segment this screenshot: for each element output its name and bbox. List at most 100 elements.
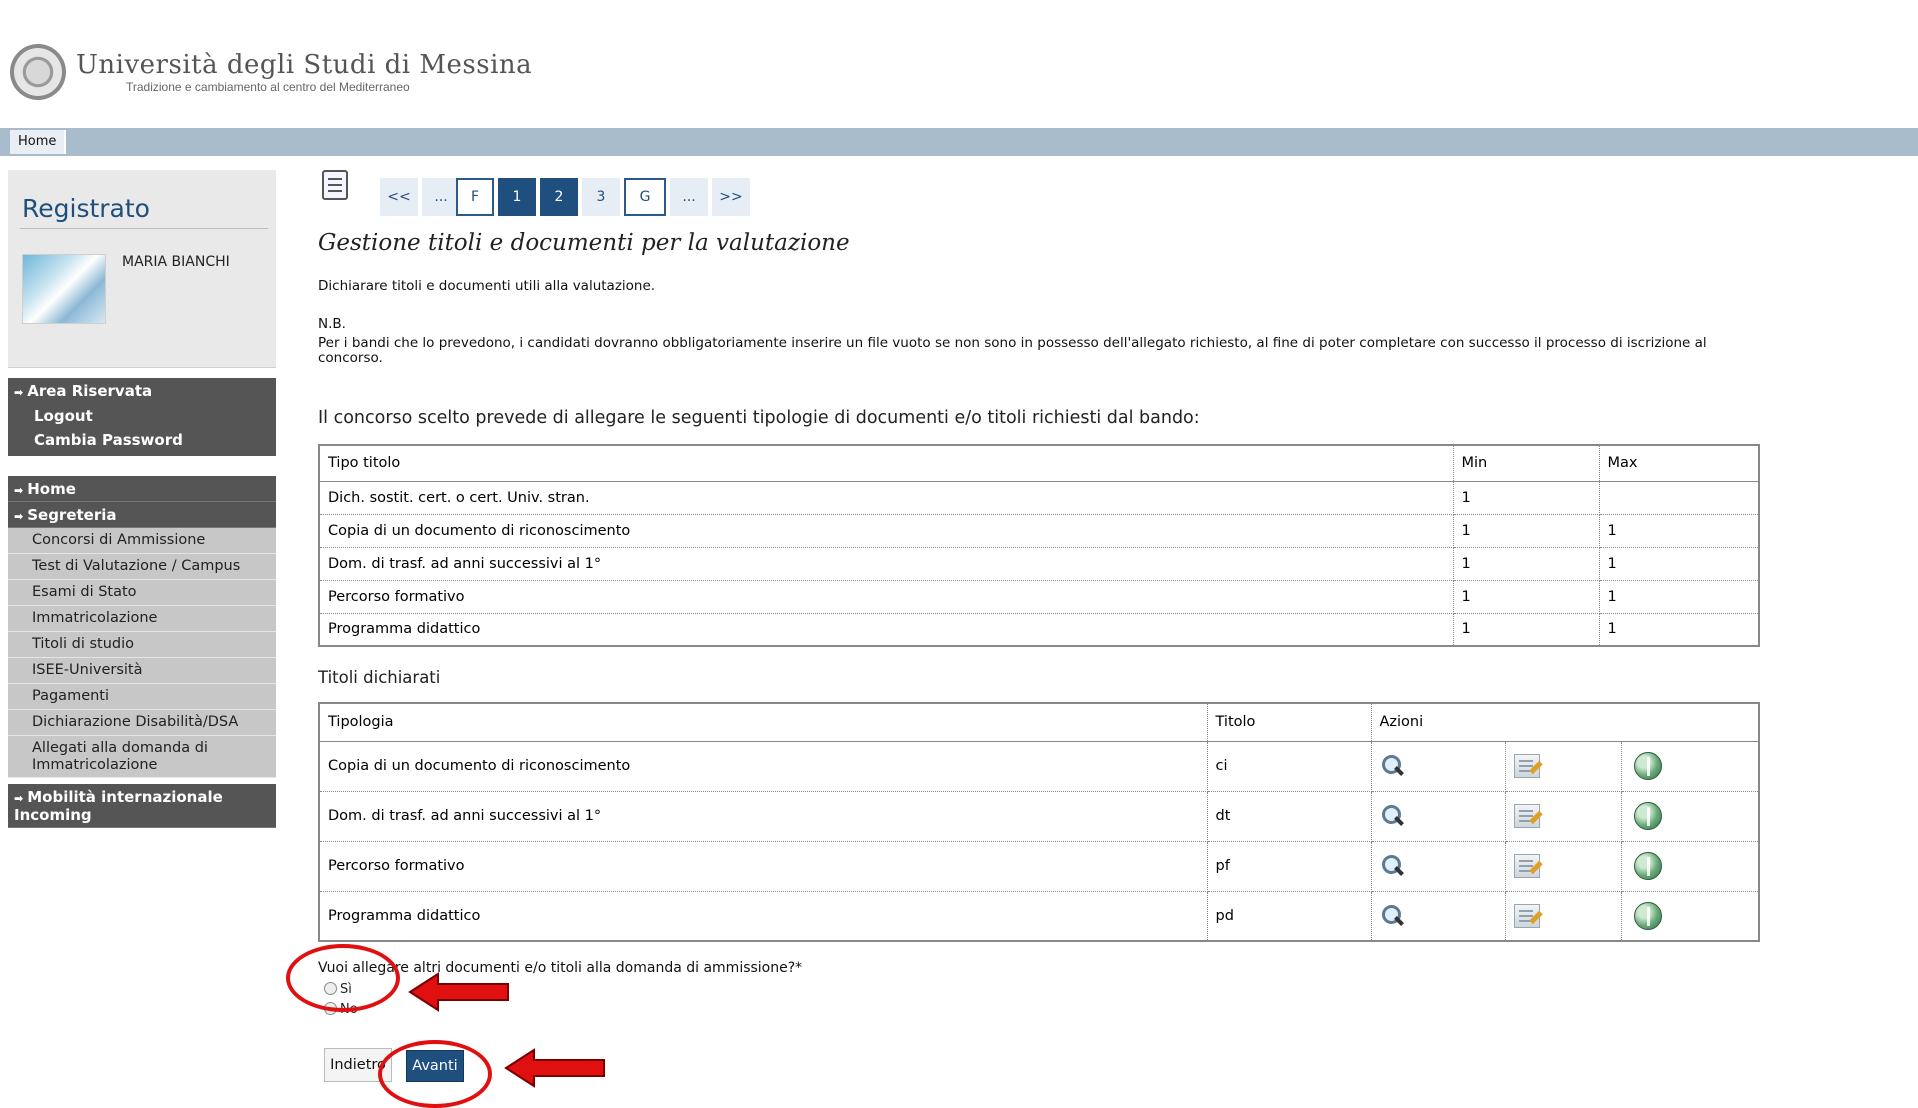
menu-isee-universita[interactable]: ISEE-Università: [8, 658, 276, 684]
menu-pagamenti[interactable]: Pagamenti: [8, 684, 276, 710]
user-name: MARIA BIANCHI: [122, 254, 230, 270]
delete-icon[interactable]: [1633, 752, 1662, 780]
table-cell: 1: [1598, 612, 1760, 647]
edit-icon[interactable]: [1513, 854, 1540, 878]
topbar-home-link[interactable]: Home: [10, 130, 67, 154]
step-f[interactable]: F: [456, 178, 494, 216]
table-row: Dom. di trasf. ad anni successivi al 1° …: [318, 546, 1760, 581]
table-cell: 1: [1598, 546, 1760, 581]
table-row: Percorso formativo 1 1: [318, 579, 1760, 614]
menu-dichiarazione-disabilita[interactable]: Dichiarazione Disabilità/DSA: [8, 710, 276, 736]
menu-mobilita-label: Mobilità internazionale Incoming: [14, 788, 223, 824]
step-3[interactable]: 3: [582, 178, 620, 216]
step-ellipsis-right: ...: [670, 178, 708, 216]
user-box: Registrato MARIA BIANCHI: [8, 170, 276, 368]
menu-allegati-domanda[interactable]: Allegati alla domanda di Immatricolazion…: [8, 736, 276, 778]
action-cell: [1620, 890, 1760, 942]
menu-home[interactable]: ➡ Home: [8, 476, 276, 502]
university-seal-logo[interactable]: [10, 44, 66, 100]
table-cell: Copia di un documento di riconoscimento: [318, 740, 1208, 792]
arrow-right-icon: ➡: [14, 510, 24, 523]
clipboard-icon: [322, 170, 348, 200]
table-cell: 1: [1452, 612, 1600, 647]
magnifier-icon[interactable]: [1380, 754, 1404, 778]
step-1[interactable]: 1: [498, 178, 536, 216]
table-cell: 1: [1452, 513, 1600, 548]
requirements-table: Tipo titolo Min Max Dich. sostit. cert. …: [318, 444, 1760, 647]
table-cell: pd: [1206, 890, 1372, 942]
action-cell: [1620, 740, 1760, 792]
step-g[interactable]: G: [624, 178, 666, 216]
step-first[interactable]: <<: [380, 178, 418, 216]
action-cell: [1370, 890, 1506, 942]
section-heading: Il concorso scelto prevede di allegare l…: [318, 408, 1200, 428]
menu-titoli-di-studio[interactable]: Titoli di studio: [8, 632, 276, 658]
table-cell: Percorso formativo: [318, 840, 1208, 892]
menu-immatricolazione[interactable]: Immatricolazione: [8, 606, 276, 632]
column-header: Max: [1598, 444, 1760, 482]
step-2-current[interactable]: 2: [540, 178, 578, 216]
table-cell: Copia di un documento di riconoscimento: [318, 513, 1454, 548]
menu-area-riservata[interactable]: ➡ Area Riservata: [8, 378, 276, 404]
menu-concorsi-ammissione[interactable]: Concorsi di Ammissione: [8, 528, 276, 554]
table-cell: [1598, 480, 1760, 515]
university-name[interactable]: Università degli Studi di Messina: [76, 50, 532, 80]
nb-text: Per i bandi che lo prevedono, i candidat…: [318, 335, 1707, 366]
menu-test-valutazione[interactable]: Test di Valutazione / Campus: [8, 554, 276, 580]
action-cell: [1504, 890, 1622, 942]
table-row: Programma didattico 1 1: [318, 612, 1760, 647]
action-cell: [1504, 740, 1622, 792]
declared-titles-table: Tipologia Titolo Azioni Copia di un docu…: [318, 702, 1760, 942]
menu-mobilita-internazionale[interactable]: ➡ Mobilità internazionale Incoming: [8, 784, 276, 828]
edit-icon[interactable]: [1513, 903, 1540, 928]
table-row: Programma didattico pd: [318, 890, 1760, 942]
table-cell: 1: [1598, 579, 1760, 614]
action-cell: [1370, 790, 1506, 842]
delete-icon[interactable]: [1633, 901, 1662, 930]
magnifier-icon[interactable]: [1380, 904, 1404, 928]
table-cell: 1: [1452, 480, 1600, 515]
table-header-row: Tipo titolo Min Max: [318, 444, 1760, 482]
area-riservata-menu: ➡ Area Riservata Logout Cambia Password: [8, 378, 276, 456]
column-header: Tipo titolo: [318, 444, 1454, 482]
table-cell: dt: [1206, 790, 1372, 842]
menu-logout[interactable]: Logout: [8, 404, 276, 428]
column-header: Azioni: [1370, 702, 1760, 742]
menu-cambia-password[interactable]: Cambia Password: [8, 428, 276, 456]
page-title: Gestione titoli e documenti per la valut…: [318, 230, 850, 256]
menu-segreteria[interactable]: ➡ Segreteria: [8, 502, 276, 528]
column-header: Titolo: [1206, 702, 1372, 742]
menu-home-label: Home: [27, 480, 76, 498]
action-cell: [1620, 790, 1760, 842]
wizard-stepper: << ... F 1 2 3 G ... >>: [318, 168, 750, 216]
annotation-circle-next: [378, 1040, 492, 1108]
column-header: Tipologia: [318, 702, 1208, 742]
table-cell: pf: [1206, 840, 1372, 892]
column-header: Min: [1452, 444, 1600, 482]
action-cell: [1504, 840, 1622, 892]
action-cell: [1620, 840, 1760, 892]
table-row: Dom. di trasf. ad anni successivi al 1° …: [318, 790, 1760, 842]
declared-titles-label: Titoli dichiarati: [318, 668, 441, 687]
annotation-arrow-next: [504, 1048, 605, 1088]
action-cell: [1370, 840, 1506, 892]
annotation-circle-radio: [286, 944, 400, 1012]
magnifier-icon[interactable]: [1380, 804, 1404, 828]
arrow-right-icon: ➡: [14, 484, 24, 497]
table-cell: Programma didattico: [318, 890, 1208, 942]
edit-icon[interactable]: [1513, 804, 1540, 828]
delete-icon[interactable]: [1633, 802, 1662, 830]
magnifier-icon[interactable]: [1380, 854, 1404, 878]
delete-icon[interactable]: [1633, 852, 1662, 880]
user-box-title: Registrato: [22, 194, 150, 223]
table-row: Copia di un documento di riconoscimento …: [318, 740, 1760, 792]
table-cell: 1: [1452, 546, 1600, 581]
arrow-right-icon: ➡: [14, 792, 24, 805]
edit-icon[interactable]: [1513, 754, 1540, 778]
menu-area-riservata-label: Area Riservata: [27, 382, 153, 400]
menu-esami-di-stato[interactable]: Esami di Stato: [8, 580, 276, 606]
table-row: Dich. sostit. cert. o cert. Univ. stran.…: [318, 480, 1760, 515]
step-last[interactable]: >>: [712, 178, 750, 216]
nb-label: N.B.: [318, 316, 346, 332]
university-motto: Tradizione e cambiamento al centro del M…: [126, 80, 410, 94]
